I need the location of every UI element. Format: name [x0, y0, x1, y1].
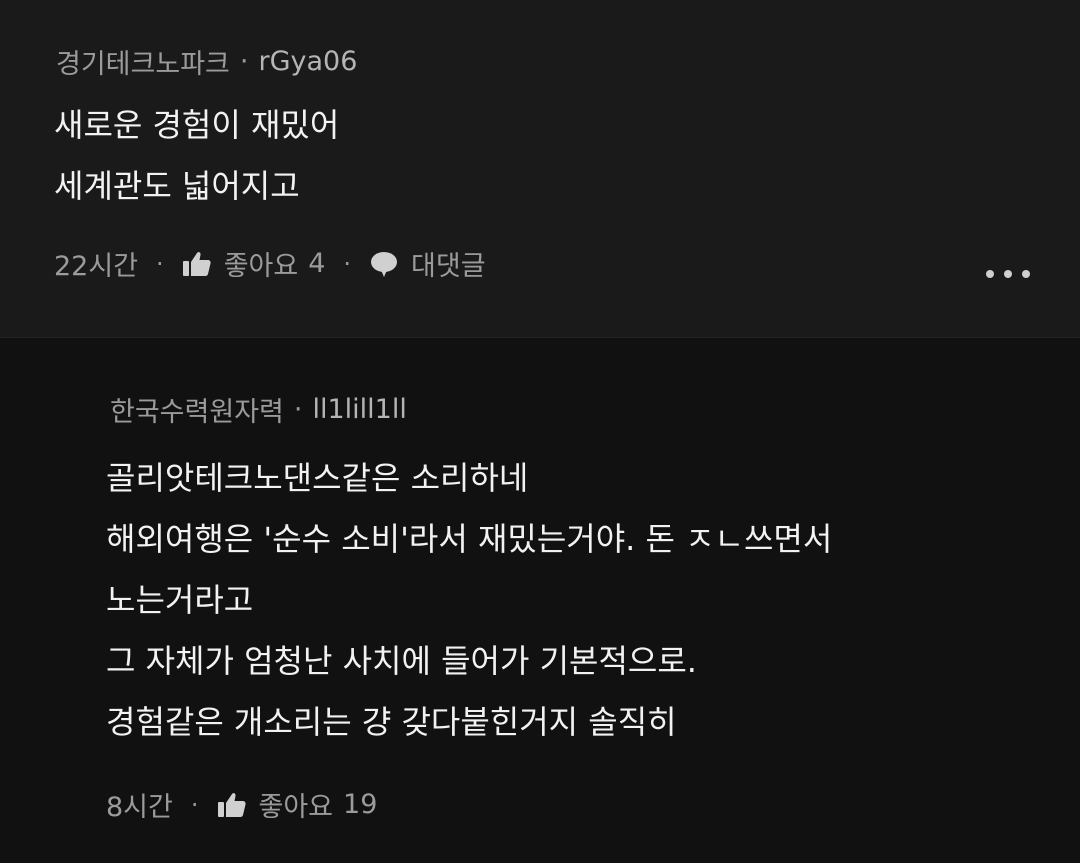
- comment-line: 경험같은 개소리는 걍 갖다붙힌거지 솔직히: [106, 703, 677, 741]
- like-label: 좋아요: [223, 251, 299, 282]
- like-button[interactable]: 좋아요 19: [217, 785, 378, 824]
- comment-time: 8시간: [106, 792, 173, 823]
- more-options-button[interactable]: [986, 262, 1030, 286]
- comment-line: 새로운 경험이 재밌어: [54, 106, 340, 144]
- comment-actions: 22시간 · 좋아요 4 · 대댓글: [54, 244, 486, 283]
- comment-time: 22시간: [54, 251, 139, 282]
- comment-item: 경기테크노파크 · rGya06 새로운 경험이 재밌어 세계관도 넓어지고 2…: [0, 0, 1080, 337]
- thumbs-up-icon: [217, 791, 247, 819]
- author-org[interactable]: 경기테크노파크: [56, 42, 230, 81]
- comment-thread: 경기테크노파크 · rGya06 새로운 경험이 재밌어 세계관도 넓어지고 2…: [0, 0, 1080, 863]
- author-org[interactable]: 한국수력원자력: [110, 390, 284, 429]
- speech-bubble-icon: [369, 250, 399, 278]
- like-count: 4: [308, 248, 326, 279]
- comment-line: 그 자체가 엄청난 사치에 들어가 기본적으로.: [106, 642, 697, 680]
- comment-body: 새로운 경험이 재밌어 세계관도 넓어지고: [54, 95, 339, 217]
- comment-line: 해외여행은 '순수 소비'라서 재밌는거야. 돈 ㅈㄴ쓰면서: [106, 520, 833, 558]
- like-button[interactable]: 좋아요 4: [182, 244, 326, 283]
- more-horizontal-icon: [1022, 270, 1030, 278]
- more-horizontal-icon: [986, 270, 994, 278]
- comment-line: 노는거라고: [106, 581, 254, 619]
- comment-line: 세계관도 넓어지고: [54, 167, 300, 205]
- action-separator: ·: [343, 249, 352, 278]
- like-count: 19: [343, 789, 378, 820]
- comment-author-line: 한국수력원자력 · ll1lill1ll: [110, 390, 407, 429]
- more-horizontal-icon: [1004, 270, 1012, 278]
- reply-comment-item: 한국수력원자력 · ll1lill1ll 골리앗테크노댄스같은 소리하네 해외여…: [0, 338, 1080, 863]
- action-separator: ·: [156, 249, 164, 278]
- meta-separator: ·: [293, 394, 303, 425]
- thumbs-up-icon: [182, 250, 212, 278]
- comment-actions: 8시간 · 좋아요 19: [106, 785, 377, 824]
- reply-button[interactable]: 대댓글: [369, 244, 486, 283]
- comment-body: 골리앗테크노댄스같은 소리하네 해외여행은 '순수 소비'라서 재밌는거야. 돈…: [106, 448, 832, 753]
- action-separator: ·: [190, 790, 199, 819]
- author-handle[interactable]: ll1lill1ll: [312, 394, 406, 425]
- meta-separator: ·: [239, 46, 249, 77]
- comment-author-line: 경기테크노파크 · rGya06: [56, 42, 357, 81]
- reply-label: 대댓글: [411, 251, 486, 282]
- comment-line: 골리앗테크노댄스같은 소리하네: [106, 459, 529, 497]
- author-handle[interactable]: rGya06: [258, 46, 357, 77]
- like-label: 좋아요: [258, 792, 334, 823]
